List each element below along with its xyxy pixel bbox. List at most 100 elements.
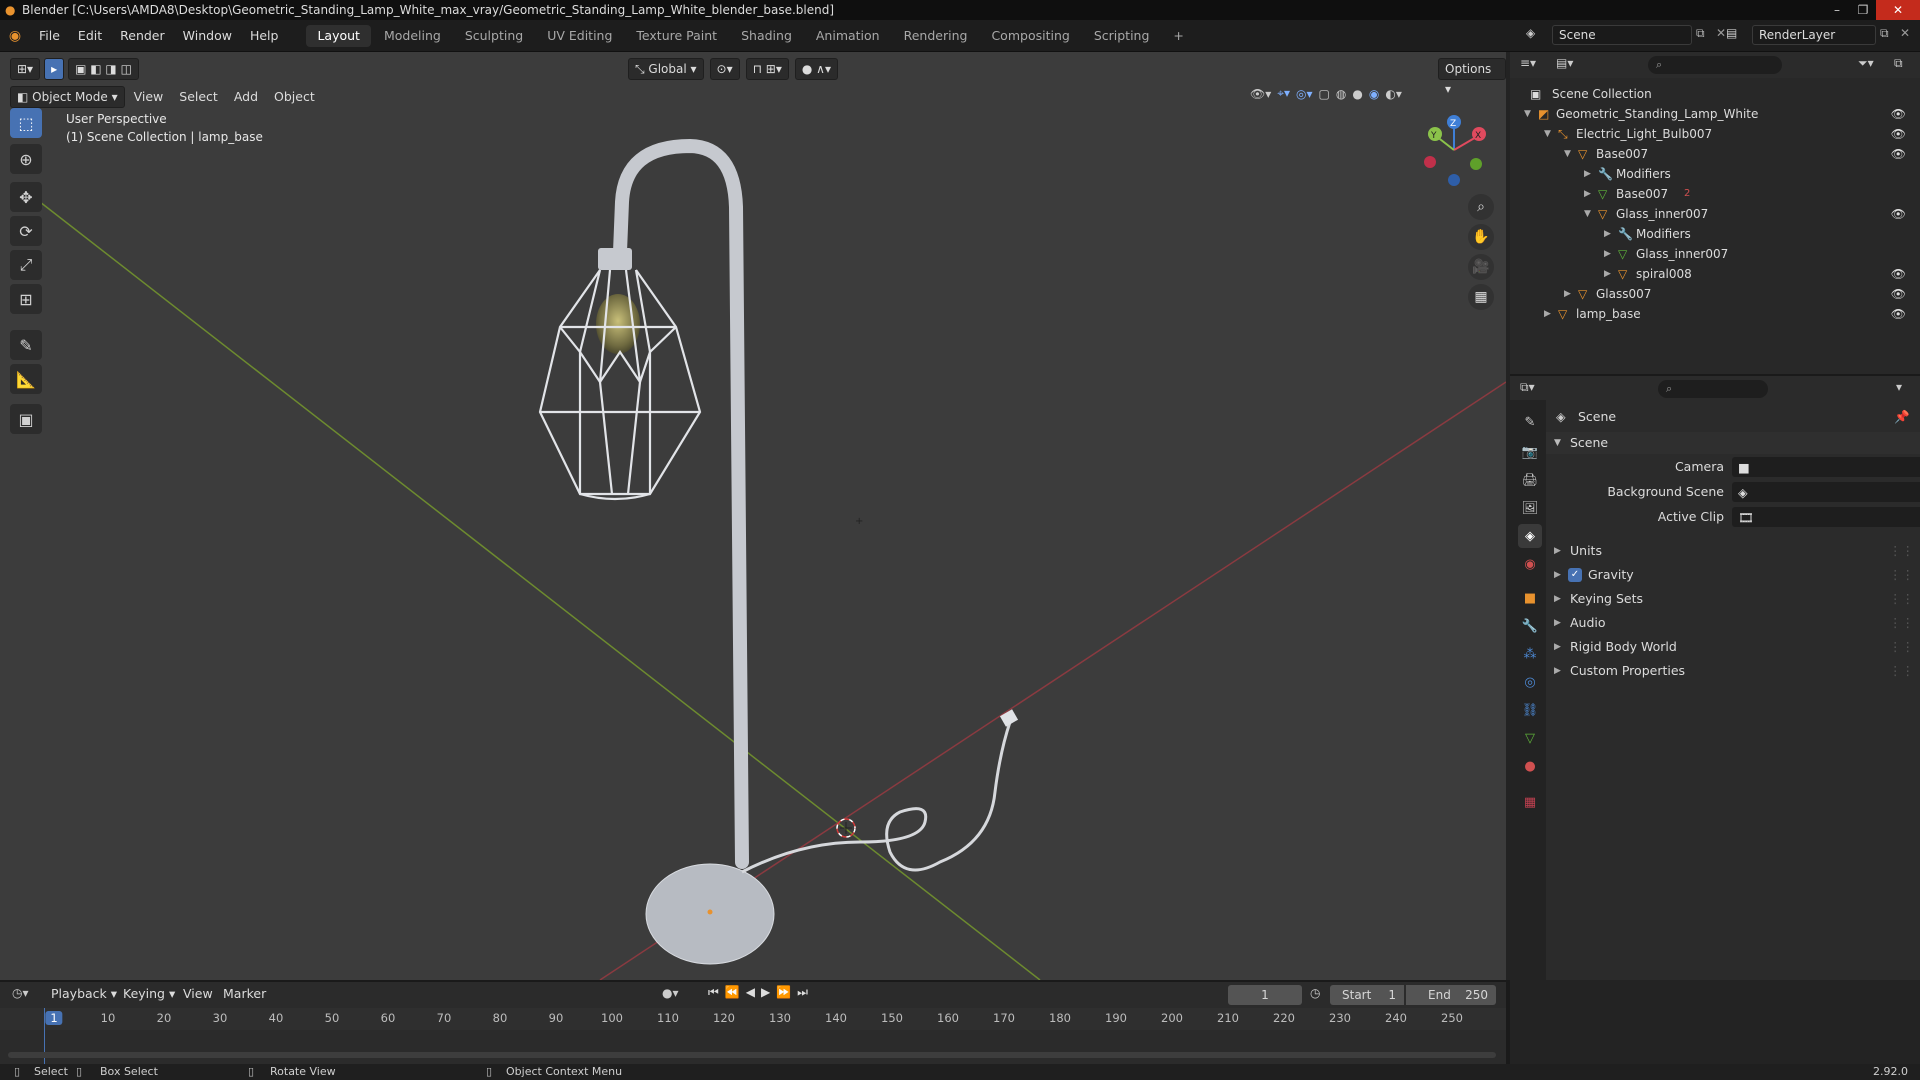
data-tab-icon[interactable]: ▽ [1518, 726, 1542, 750]
menu-playback[interactable]: Playback ▾ [44, 983, 124, 1005]
visibility-eye-icon[interactable]: 👁 [1891, 124, 1906, 144]
menu-add[interactable]: Add [227, 86, 265, 108]
scale-tool[interactable]: ⤢ [10, 250, 42, 280]
shading-rendered-icon[interactable]: ◐▾ [1385, 87, 1402, 101]
subpanel-header[interactable]: ▶ Custom Properties ⋮⋮ [1546, 660, 1920, 682]
visibility-eye-icon[interactable]: 👁 [1891, 144, 1906, 164]
xray-toggle-icon[interactable]: ▢ [1319, 87, 1330, 101]
tab-scripting[interactable]: Scripting [1083, 25, 1161, 47]
visibility-icon[interactable]: 👁▾ [1250, 87, 1271, 101]
snap-icon[interactable]: ⊓ ⊞▾ [745, 58, 789, 80]
proportional-editing-icon[interactable]: ● ∧▾ [794, 58, 838, 80]
constraints-tab-icon[interactable]: ⛓ [1518, 698, 1542, 722]
scene-tab-icon[interactable]: ◈ [1518, 524, 1542, 548]
camera-field[interactable]: ■✎ [1732, 457, 1920, 477]
object-mode-dropdown[interactable]: ◧ Object Mode ▾ [10, 86, 125, 108]
close-window-button[interactable]: ✕ [1876, 0, 1920, 20]
menu-select[interactable]: Select [172, 86, 225, 108]
active-clip-field[interactable]: 🎞 [1732, 507, 1920, 527]
texture-tab-icon[interactable]: ▦ [1518, 790, 1542, 814]
properties-editor-type-icon[interactable]: ⧉▾ [1520, 380, 1535, 395]
shading-material-icon[interactable]: ◉ [1369, 87, 1379, 101]
annotate-tool[interactable]: ✎ [10, 330, 42, 360]
expand-triangle-icon[interactable]: ▶ [1544, 304, 1551, 324]
camera-view-icon[interactable]: 🎥 [1468, 254, 1494, 280]
outliner-item[interactable]: ▼ ⤡ Electric_Light_Bulb007 👁 [1510, 124, 1920, 144]
menu-edit[interactable]: Edit [69, 21, 111, 51]
visibility-eye-icon[interactable]: 👁 [1891, 204, 1906, 224]
menu-view[interactable]: View [127, 86, 171, 108]
menu-object[interactable]: Object [267, 86, 322, 108]
timeline-editor-type-icon[interactable]: ◷▾ [12, 986, 29, 1000]
cursor-tool[interactable]: ⊕ [10, 144, 42, 174]
tab-uv-editing[interactable]: UV Editing [536, 25, 623, 47]
modifier-tab-icon[interactable]: 🔧 [1518, 614, 1542, 638]
physics-tab-icon[interactable]: ◎ [1518, 670, 1542, 694]
tab-compositing[interactable]: Compositing [980, 25, 1080, 47]
subpanel-header[interactable]: ▶ Keying Sets ⋮⋮ [1546, 588, 1920, 610]
pivot-point-icon[interactable]: ⊙▾ [709, 58, 740, 80]
transform-orientation-dropdown[interactable]: ⤡ Global ▾ [628, 58, 704, 80]
new-view-layer-icon[interactable]: ⧉ [1880, 26, 1889, 41]
new-scene-icon[interactable]: ⧉ [1696, 26, 1705, 41]
current-frame-field[interactable]: 1 [1228, 985, 1302, 1005]
visibility-eye-icon[interactable]: 👁 [1891, 304, 1906, 324]
material-tab-icon[interactable]: ● [1518, 754, 1542, 778]
tab-sculpting[interactable]: Sculpting [454, 25, 534, 47]
expand-triangle-icon[interactable]: ▶ [1584, 184, 1591, 204]
drag-handle-icon[interactable]: ⋮⋮ [1889, 564, 1914, 586]
gravity-checkbox[interactable]: ✓ [1568, 568, 1582, 582]
options-dropdown[interactable]: Options ▾ [1438, 58, 1506, 96]
navigation-gizmo[interactable]: Z X Y [1416, 110, 1496, 190]
minimize-button[interactable]: – [1824, 0, 1850, 20]
shading-solid-icon[interactable]: ● [1352, 87, 1362, 101]
auto-keying-icon[interactable]: ●▾ [662, 986, 679, 1000]
properties-options-icon[interactable]: ▾ [1896, 380, 1902, 394]
drag-handle-icon[interactable]: ⋮⋮ [1889, 540, 1914, 562]
overlay-toggle-icon[interactable]: ◎▾ [1296, 87, 1313, 101]
filter-icon[interactable]: ⏷▾ [1858, 56, 1874, 71]
outliner-item[interactable]: ▶ ▽ spiral008 👁 [1510, 264, 1920, 284]
menu-window[interactable]: Window [174, 21, 241, 51]
new-collection-icon[interactable]: ⧉ [1894, 56, 1903, 71]
frame-ruler[interactable]: 1 10 20 30 40 50 60 70 80 90 100 110 120 130 140 150 160… [0, 1008, 1506, 1030]
object-tab-icon[interactable]: ■ [1518, 586, 1542, 610]
outliner-editor-type-icon[interactable]: ≡▾ [1520, 56, 1536, 70]
move-tool[interactable]: ✥ [10, 182, 42, 212]
start-frame-field[interactable]: Start 1 [1330, 985, 1404, 1005]
shading-wireframe-icon[interactable]: ◍ [1336, 87, 1346, 101]
timeline-scrollbar[interactable] [8, 1052, 1496, 1058]
preview-range-icon[interactable]: ◷ [1310, 986, 1320, 1000]
view-layer-tab-icon[interactable]: 🖼 [1518, 496, 1542, 520]
delete-scene-icon[interactable]: ✕ [1716, 26, 1726, 40]
add-cube-tool[interactable]: ▣ [10, 404, 42, 434]
collapse-triangle-icon[interactable]: ▼ [1544, 124, 1551, 144]
scene-panel-header[interactable]: ▼ Scene [1546, 432, 1920, 454]
view-layer-browse-icon[interactable]: ▤ [1726, 26, 1737, 40]
outliner-item[interactable]: ▶ ▽ Glass007 👁 [1510, 284, 1920, 304]
display-mode-icon[interactable]: ▤▾ [1556, 56, 1573, 70]
measure-tool[interactable]: 📐 [10, 364, 42, 394]
tab-rendering[interactable]: Rendering [893, 25, 979, 47]
delete-view-layer-icon[interactable]: ✕ [1900, 26, 1910, 40]
properties-search-input[interactable]: ⌕ [1658, 380, 1768, 398]
outliner-item[interactable]: ▶ ▽ Base007 2 [1510, 184, 1920, 204]
background-scene-field[interactable]: ◈ [1732, 482, 1920, 502]
pin-icon[interactable]: 📌 [1894, 406, 1910, 428]
drag-handle-icon[interactable]: ⋮⋮ [1889, 660, 1914, 682]
expand-triangle-icon[interactable]: ▶ [1604, 264, 1611, 284]
menu-file[interactable]: File [30, 21, 69, 51]
pan-hand-icon[interactable]: ✋ [1468, 224, 1494, 250]
tool-tab-icon[interactable]: ✎ [1518, 410, 1542, 434]
blender-menu-icon[interactable]: ◉ [0, 28, 30, 44]
selection-mode-icons[interactable]: ▣ ◧ ◨ ◫ [68, 58, 139, 80]
zoom-icon[interactable]: ⌕ [1468, 194, 1494, 220]
collapse-triangle-icon[interactable]: ▼ [1524, 104, 1531, 124]
expand-triangle-icon[interactable]: ▶ [1604, 224, 1611, 244]
outliner-root[interactable]: ▣ Scene Collection [1510, 84, 1920, 104]
visibility-eye-icon[interactable]: 👁 [1891, 104, 1906, 124]
drag-handle-icon[interactable]: ⋮⋮ [1889, 612, 1914, 634]
outliner-item[interactable]: ▼ ▽ Glass_inner007 👁 [1510, 204, 1920, 224]
maximize-button[interactable]: ❐ [1850, 0, 1876, 20]
subpanel-header[interactable]: ▶ Rigid Body World ⋮⋮ [1546, 636, 1920, 658]
